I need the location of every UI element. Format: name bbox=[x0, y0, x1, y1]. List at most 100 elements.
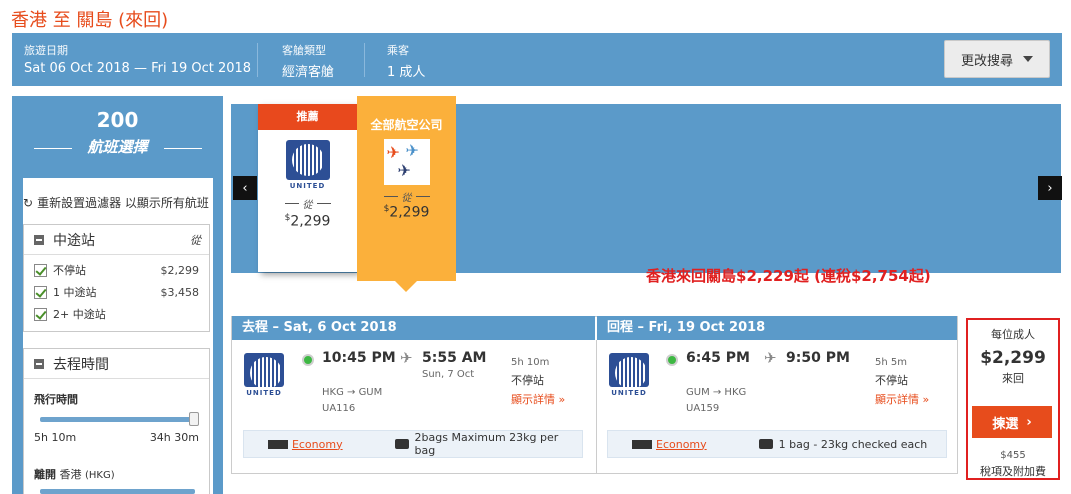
all-airlines-card[interactable]: 全部航空公司 ✈ ✈ ✈ 從 $2,299 bbox=[357, 96, 456, 292]
times-filter-header[interactable]: 去程時間 bbox=[24, 349, 209, 379]
slider-max: 34h 30m bbox=[149, 431, 199, 444]
passenger-value: 1 成人 bbox=[387, 65, 426, 80]
select-label: 揀選 bbox=[992, 416, 1019, 432]
flight-time-label: 飛行時間 bbox=[34, 393, 78, 406]
depart-code: (HKG) bbox=[85, 470, 115, 481]
slider-min: 5h 10m bbox=[34, 431, 77, 444]
outbound-route: HKG → GUM bbox=[322, 387, 383, 398]
dates-summary: 旅遊日期 Sat 06 Oct 2018 — Fri 19 Oct 2018 bbox=[24, 42, 251, 76]
reset-filters-text: 重新設置過濾器 以顯示所有航班 bbox=[37, 196, 209, 210]
inbound-arr-time: 9:50 PM bbox=[786, 350, 850, 366]
inbound-flight-no: UA159 bbox=[686, 403, 720, 414]
cabin-value: 經濟客艙 bbox=[282, 65, 335, 80]
depart-city: 香港 bbox=[59, 468, 82, 481]
inbound-route: GUM → HKG bbox=[686, 387, 747, 398]
all-airlines-price: $2,299 bbox=[383, 204, 430, 221]
cabin-summary: 客艙類型 經濟客艙 bbox=[282, 42, 334, 80]
stops-option-label: 不停站 bbox=[53, 264, 86, 277]
flight-time-slider[interactable] bbox=[40, 417, 195, 422]
reset-icon[interactable]: 從 bbox=[190, 232, 201, 248]
dates-value: Sat 06 Oct 2018 — Fri 19 Oct 2018 bbox=[24, 61, 252, 76]
from-label: 從 bbox=[258, 196, 357, 211]
fare-class-link[interactable]: Economy bbox=[292, 438, 343, 451]
times-filter-panel: 去程時間 飛行時間 5h 10m 34h 30m 離開 香港 (HKG) bbox=[23, 348, 210, 494]
outbound-header: 去程 – Sat, 6 Oct 2018 bbox=[232, 316, 595, 340]
outbound-flight-no: UA116 bbox=[322, 403, 356, 414]
checkbox[interactable] bbox=[34, 307, 47, 321]
reset-filters-link[interactable]: ↻ 重新設置過濾器 以顯示所有航班 bbox=[23, 194, 209, 211]
tax-amount: $455 bbox=[1000, 450, 1026, 461]
outbound-dep-time: 10:45 PM bbox=[322, 350, 396, 366]
carousel-prev-button[interactable]: ‹ bbox=[233, 176, 257, 200]
tax-label: 稅項及附加費 bbox=[980, 465, 1046, 478]
promo-text: 香港來回關島$2,229起 (連稅$2,754起) bbox=[646, 267, 931, 285]
ticket-icon bbox=[632, 439, 652, 449]
depart-label-text: 離開 bbox=[34, 468, 56, 481]
outbound-details-link[interactable]: 顯示詳情 » bbox=[511, 391, 565, 407]
recommended-card[interactable]: 推薦 UNITED 從 $2,299 bbox=[258, 104, 357, 272]
fare-class-link[interactable]: Economy bbox=[656, 438, 707, 451]
select-button[interactable]: 揀選 › bbox=[972, 406, 1052, 438]
radio-selected-icon[interactable] bbox=[302, 354, 314, 366]
price-per-label: 每位成人 bbox=[991, 328, 1035, 341]
times-filter-title: 去程時間 bbox=[53, 356, 109, 373]
stops-filter-header[interactable]: 中途站 從 bbox=[24, 225, 209, 255]
recommended-price: $2,299 bbox=[284, 213, 331, 230]
total-price: $2,299 bbox=[980, 348, 1046, 368]
inbound-header: 回程 – Fri, 19 Oct 2018 bbox=[597, 316, 957, 340]
from-label: 從 bbox=[357, 189, 456, 204]
dates-label: 旅遊日期 bbox=[24, 44, 68, 57]
slider-handle[interactable] bbox=[189, 412, 199, 426]
collapse-icon[interactable] bbox=[34, 234, 44, 245]
radio-selected-icon[interactable] bbox=[666, 354, 678, 366]
divider bbox=[257, 43, 258, 77]
united-globe-icon bbox=[285, 140, 330, 180]
inbound-dep-time: 6:45 PM bbox=[686, 350, 750, 366]
inbound-stops: 不停站 bbox=[875, 374, 908, 387]
united-globe-icon bbox=[609, 353, 649, 387]
checkbox[interactable] bbox=[34, 285, 47, 299]
chevron-right-icon: › bbox=[1047, 180, 1053, 196]
cabin-label: 客艙類型 bbox=[282, 44, 326, 57]
decor-line bbox=[164, 148, 202, 149]
depart-time-slider[interactable] bbox=[40, 489, 195, 494]
inbound-details-link[interactable]: 顯示詳情 » bbox=[875, 391, 929, 407]
stops-option-price: $2,299 bbox=[160, 263, 200, 277]
change-search-label: 更改搜尋 bbox=[960, 53, 1013, 69]
refresh-icon: ↻ bbox=[23, 195, 34, 210]
outbound-stops: 不停站 bbox=[511, 374, 544, 387]
flight-count-caption: 航班選擇 bbox=[87, 138, 148, 156]
chevron-right-icon: › bbox=[1026, 414, 1032, 430]
outbound-arr-time: 5:55 AM bbox=[422, 350, 487, 366]
stops-option-one[interactable]: 1 中途站 $3,458 bbox=[24, 281, 209, 303]
outbound-baggage-info: Economy 2bags Maximum 23kg per bag bbox=[243, 430, 583, 458]
stops-option-label: 1 中途站 bbox=[53, 286, 97, 299]
ticket-icon bbox=[268, 439, 288, 449]
baggage-text: 2bags Maximum 23kg per bag bbox=[414, 431, 559, 457]
recommended-header: 推薦 bbox=[258, 104, 357, 130]
page-title: 香港 至 關島 (來回) bbox=[11, 10, 169, 31]
plane-icon: ✈ bbox=[764, 349, 777, 367]
baggage-text: 1 bag - 23kg checked each bbox=[778, 437, 928, 451]
collapse-icon[interactable] bbox=[34, 358, 44, 369]
change-search-button[interactable]: 更改搜尋 bbox=[944, 40, 1050, 78]
outbound-arr-date: Sun, 7 Oct bbox=[422, 369, 475, 380]
checkbox[interactable] bbox=[34, 263, 47, 277]
inbound-duration: 5h 5m bbox=[875, 357, 907, 368]
stops-filter-panel: 中途站 從 不停站 $2,299 1 中途站 $3,458 2+ 中途站 bbox=[23, 224, 210, 332]
inbound-baggage-info: Economy 1 bag - 23kg checked each bbox=[607, 430, 947, 458]
plane-icon: ✈ bbox=[400, 349, 413, 367]
stops-option-two-plus[interactable]: 2+ 中途站 bbox=[24, 303, 209, 325]
united-globe-icon bbox=[244, 353, 284, 387]
stops-option-price: $3,458 bbox=[160, 285, 200, 299]
outbound-duration: 5h 10m bbox=[511, 357, 550, 368]
carousel-next-button[interactable]: › bbox=[1038, 176, 1062, 200]
outbound-airline-logo: UNITED bbox=[244, 353, 284, 397]
all-airlines-header: 全部航空公司 bbox=[370, 118, 443, 132]
multi-airline-icon: ✈ ✈ ✈ bbox=[383, 139, 430, 185]
stops-filter-title: 中途站 bbox=[53, 232, 95, 249]
inbound-airline-logo: UNITED bbox=[609, 353, 649, 397]
united-logo: UNITED bbox=[258, 140, 357, 190]
stops-option-nonstop[interactable]: 不停站 $2,299 bbox=[24, 259, 209, 281]
passenger-summary: 乘客 1 成人 bbox=[387, 42, 425, 80]
